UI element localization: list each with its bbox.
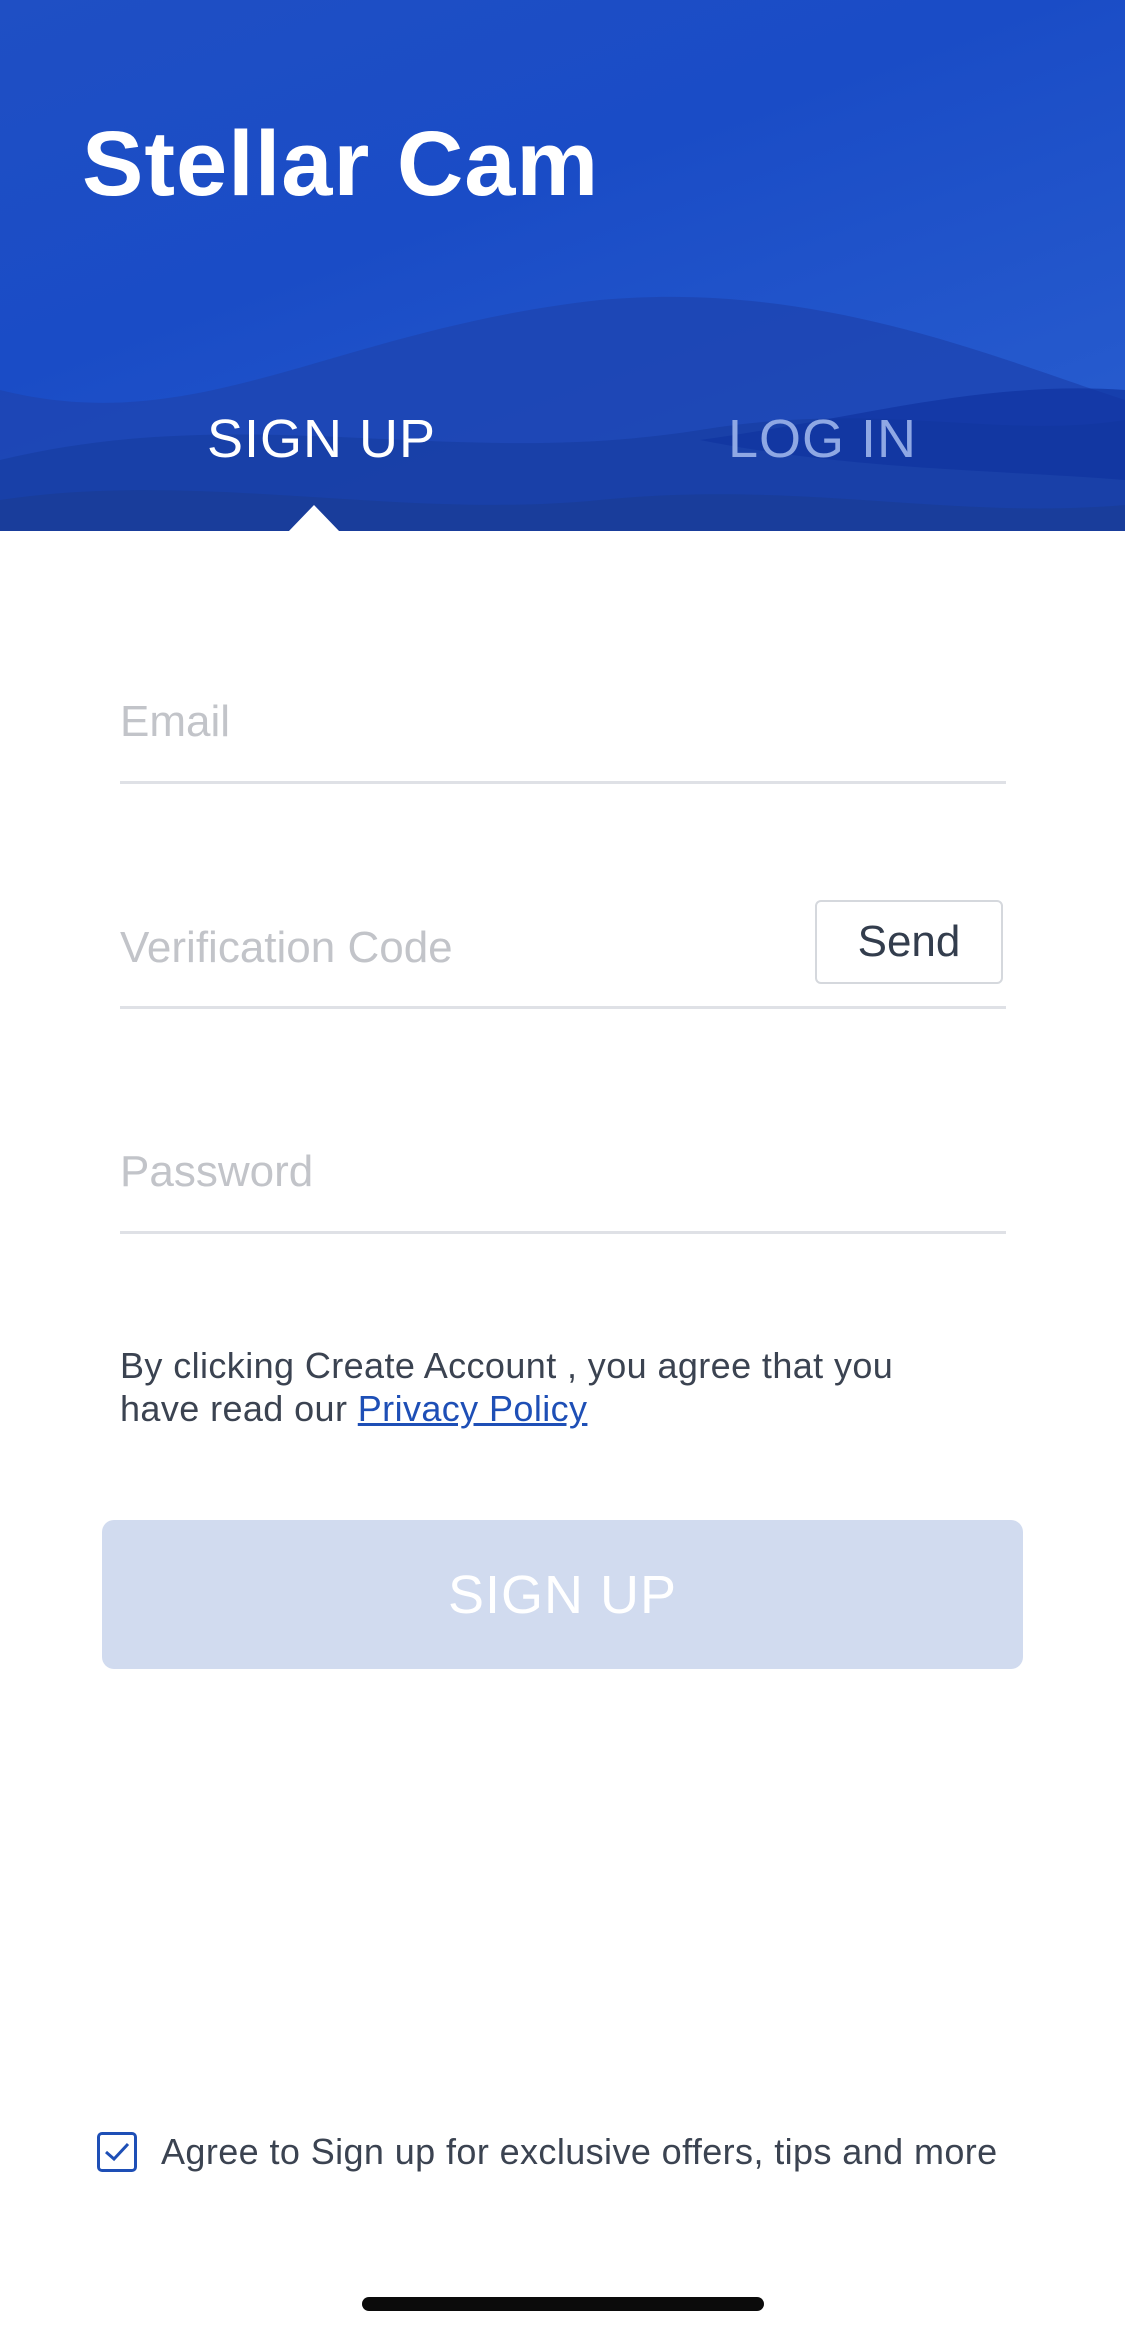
app-title: Stellar Cam: [82, 113, 600, 215]
send-code-button[interactable]: Send: [815, 900, 1003, 984]
email-underline: [120, 781, 1006, 784]
active-tab-indicator: [288, 505, 340, 531]
verification-underline: [120, 1006, 1006, 1009]
agree-checkbox[interactable]: [97, 2132, 137, 2172]
agree-offers-row: Agree to Sign up for exclusive offers, t…: [97, 2129, 998, 2175]
password-underline: [120, 1231, 1006, 1234]
header-banner: Stellar Cam SIGN UP LOG IN: [0, 0, 1125, 531]
sign-up-button[interactable]: SIGN UP: [102, 1520, 1023, 1669]
policy-notice: By clicking Create Account , you agree t…: [120, 1344, 980, 1430]
privacy-policy-link[interactable]: Privacy Policy: [358, 1388, 588, 1429]
verification-code-field[interactable]: [120, 918, 800, 978]
tab-log-in[interactable]: LOG IN: [728, 408, 917, 470]
agree-label: Agree to Sign up for exclusive offers, t…: [161, 2131, 998, 2172]
checkmark-icon: [105, 2142, 130, 2162]
tab-sign-up[interactable]: SIGN UP: [207, 408, 436, 470]
email-field[interactable]: [120, 692, 1000, 752]
home-indicator[interactable]: [362, 2297, 764, 2311]
password-field[interactable]: [120, 1142, 1000, 1202]
wave-background: [0, 296, 1125, 531]
